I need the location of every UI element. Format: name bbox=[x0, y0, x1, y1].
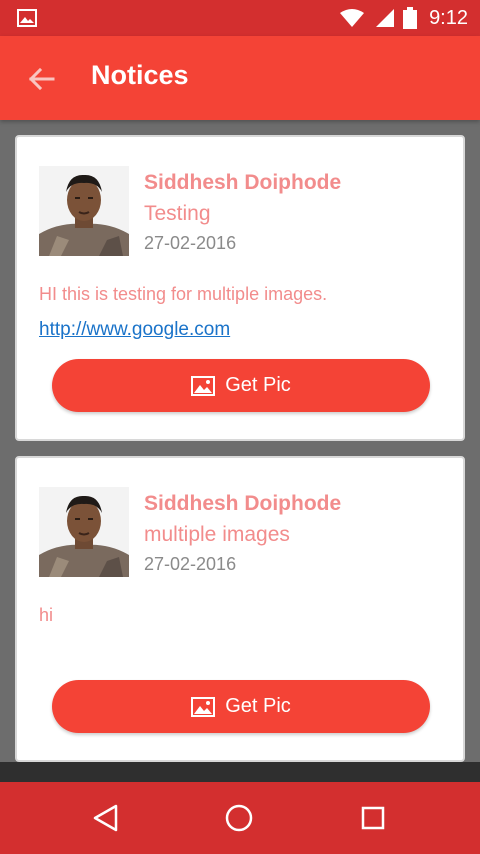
avatar bbox=[39, 487, 129, 577]
notice-date: 27-02-2016 bbox=[144, 554, 237, 574]
notice-date: 27-02-2016 bbox=[144, 233, 237, 253]
get-pic-label: Get Pic bbox=[225, 695, 291, 717]
wifi-icon bbox=[340, 9, 365, 27]
gallery-icon bbox=[17, 9, 37, 27]
notice-subject: multiple images bbox=[144, 523, 290, 546]
get-pic-button[interactable]: Get Pic bbox=[52, 680, 430, 733]
status-bar: 9:12 bbox=[0, 0, 480, 36]
recents-square-icon[interactable] bbox=[355, 800, 391, 836]
notice-author: Siddhesh Doiphode bbox=[144, 171, 342, 194]
image-icon bbox=[191, 375, 216, 396]
notice-link[interactable]: http://www.google.com bbox=[39, 319, 230, 341]
status-icons: 9:12 bbox=[339, 0, 468, 36]
get-pic-label: Get Pic bbox=[225, 374, 291, 396]
status-time: 9:12 bbox=[429, 6, 468, 29]
home-circle-icon[interactable] bbox=[221, 800, 257, 836]
get-pic-button[interactable]: Get Pic bbox=[52, 359, 430, 412]
back-triangle-icon[interactable] bbox=[88, 800, 124, 836]
notice-card: Siddhesh Doiphode Testing 27-02-2016 HI … bbox=[15, 135, 465, 441]
avatar bbox=[39, 166, 129, 256]
notice-card: Siddhesh Doiphode multiple images 27-02-… bbox=[15, 456, 465, 762]
notice-message: HI this is testing for multiple images. bbox=[39, 284, 328, 304]
notice-message: hi bbox=[39, 605, 54, 625]
arrow-back-icon[interactable] bbox=[26, 64, 56, 94]
page-title: Notices bbox=[91, 60, 189, 90]
image-icon bbox=[191, 696, 216, 717]
notice-author: Siddhesh Doiphode bbox=[144, 492, 342, 515]
notices-list[interactable]: Siddhesh Doiphode Testing 27-02-2016 HI … bbox=[0, 120, 480, 762]
battery-icon bbox=[403, 7, 418, 29]
app-bar: Notices bbox=[0, 36, 480, 120]
notice-subject: Testing bbox=[144, 202, 211, 225]
system-nav-bar bbox=[0, 782, 480, 854]
nav-divider bbox=[0, 762, 480, 782]
signal-icon bbox=[376, 9, 395, 27]
